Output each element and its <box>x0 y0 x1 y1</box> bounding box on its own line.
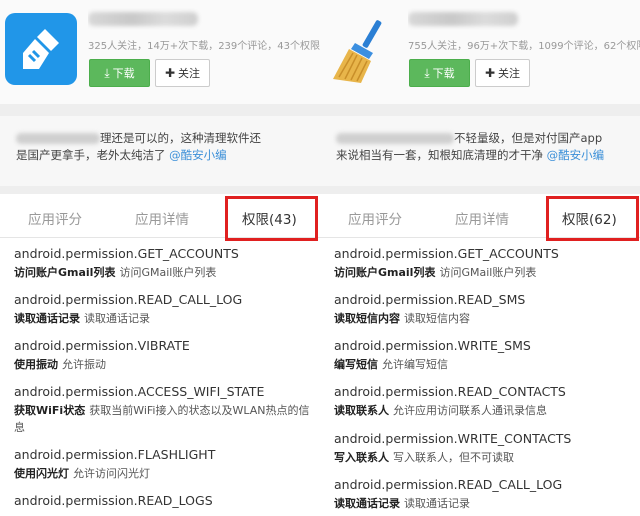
permission-item: android.permission.READ_CALL_LOG 读取通话记录读… <box>334 477 634 512</box>
app-panel-right: 755人关注，96万+次下载，1099个评论，62个权限 ⤓ 下载 ✚ 关注 不… <box>320 0 640 516</box>
permission-name: android.permission.READ_LOGS <box>14 493 213 508</box>
permission-desc: 读取通话记录 读取通话记录 <box>14 310 314 327</box>
permission-title: 获取WiFi状态 <box>14 404 86 417</box>
highlight-box <box>225 196 318 241</box>
permission-name: android.permission.READ_SMS <box>334 292 526 307</box>
permission-detail: 允许编写短信 <box>382 358 448 371</box>
app-header: 325人关注，14万+次下载，239个评论，43个权限， ⤓ 下载 ✚ 关注 <box>0 0 320 104</box>
permission-name: android.permission.FLASHLIGHT <box>14 447 216 462</box>
permission-item: android.permission.GET_ACCOUNTS 访问账户Gmai… <box>14 246 314 281</box>
follow-label: 关注 <box>498 67 521 80</box>
divider <box>0 186 320 194</box>
permission-detail: 允许访问闪光灯 <box>73 467 150 480</box>
permission-item: android.permission.READ_LOGS <box>14 493 314 509</box>
divider <box>320 186 640 194</box>
permission-item: android.permission.ACCESS_WIFI_STATE 获取W… <box>14 384 314 436</box>
permission-desc: 访问账户Gmail列表 访问GMail账户列表 <box>334 264 634 281</box>
permission-detail: 访问GMail账户列表 <box>439 266 537 279</box>
permission-title: 使用闪光灯 <box>14 467 69 480</box>
editor-comment: 理还是可以的，这种清理软件还 是国产更拿手，老外太纯洁了 @酷安小编 <box>0 116 320 186</box>
follow-button[interactable]: ✚ 关注 <box>155 59 210 87</box>
plus-icon: ✚ <box>484 66 496 80</box>
permission-item: android.permission.READ_CONTACTS 读取联系人 允许… <box>334 384 634 419</box>
tab-app-details[interactable]: 应用详情 <box>135 208 189 228</box>
download-icon: ⤓ <box>424 66 430 80</box>
redacted-text <box>16 133 100 144</box>
permission-desc: 写入联系人 写入联系人，但不可读取 <box>334 449 634 466</box>
permission-detail: 访问GMail账户列表 <box>119 266 217 279</box>
permission-name: android.permission.READ_CONTACTS <box>334 384 566 399</box>
permission-detail: 写入联系人，但不可读取 <box>393 451 514 464</box>
broom-app-icon[interactable] <box>325 13 397 85</box>
permission-desc: 使用闪光灯 允许访问闪光灯 <box>14 465 314 482</box>
permission-name: android.permission.READ_CALL_LOG <box>334 477 563 492</box>
permission-item: android.permission.WRITE_SMS 编写短信 允许编写短信 <box>334 338 634 373</box>
permission-desc: 读取短信内容 读取短信内容 <box>334 310 634 327</box>
download-label: 下载 <box>432 67 455 80</box>
app-panel-left: 325人关注，14万+次下载，239个评论，43个权限， ⤓ 下载 ✚ 关注 理… <box>0 0 320 516</box>
plus-icon: ✚ <box>164 66 176 80</box>
download-icon: ⤓ <box>104 66 110 80</box>
permission-title: 读取通话记录 <box>334 497 400 510</box>
app-stats: 755人关注，96万+次下载，1099个评论，62个权限 <box>408 41 640 52</box>
permission-title: 读取短信内容 <box>334 312 400 325</box>
permission-name: android.permission.WRITE_SMS <box>334 338 531 353</box>
download-label: 下载 <box>112 67 135 80</box>
download-button[interactable]: ⤓ 下载 <box>409 59 470 87</box>
permission-detail: 读取短信内容 <box>404 312 470 325</box>
tab-app-rating[interactable]: 应用评分 <box>348 208 402 228</box>
comment-text: 理还是可以的，这种清理软件还 <box>100 131 261 145</box>
permission-item: android.permission.FLASHLIGHT 使用闪光灯 允许访问闪… <box>14 447 314 482</box>
app-header: 755人关注，96万+次下载，1099个评论，62个权限 ⤓ 下载 ✚ 关注 <box>320 0 640 104</box>
divider <box>320 104 640 116</box>
app-name-redacted <box>408 8 528 30</box>
permission-desc: 读取联系人 允许应用访问联系人通讯录信息 <box>334 402 634 419</box>
permission-item: android.permission.VIBRATE 使用振动 允许振动 <box>14 338 314 373</box>
permission-detail: 读取通话记录 <box>404 497 470 510</box>
app-name-redacted <box>88 8 208 30</box>
permission-item: android.permission.READ_SMS 读取短信内容 读取短信内容 <box>334 292 634 327</box>
permission-title: 访问账户Gmail列表 <box>334 266 436 279</box>
comment-text-line2: 来说相当有一套，知根知底清理的才干净 <box>336 148 547 162</box>
tab-app-details[interactable]: 应用详情 <box>455 208 509 228</box>
permission-title: 访问账户Gmail列表 <box>14 266 116 279</box>
comment-author-link[interactable]: @酷安小编 <box>547 148 605 162</box>
permission-title: 读取通话记录 <box>14 312 80 325</box>
permission-desc: 使用振动 允许振动 <box>14 356 314 373</box>
permission-title: 读取联系人 <box>334 404 389 417</box>
download-button[interactable]: ⤓ 下载 <box>89 59 150 87</box>
permission-desc: 访问账户Gmail列表 访问GMail账户列表 <box>14 264 314 281</box>
permission-title: 写入联系人 <box>334 451 389 464</box>
permission-name: android.permission.VIBRATE <box>14 338 190 353</box>
permission-item: android.permission.WRITE_CONTACTS 写入联系人写… <box>334 431 634 466</box>
app-stats: 325人关注，14万+次下载，239个评论，43个权限， <box>88 41 320 52</box>
permission-desc: 获取WiFi状态 获取当前WiFi接入的状态以及WLAN热点的信息 <box>14 402 314 436</box>
redacted-text <box>336 133 454 144</box>
permission-detail: 允许振动 <box>62 358 106 371</box>
permission-name: android.permission.WRITE_CONTACTS <box>334 431 572 446</box>
comment-author-link[interactable]: @酷安小编 <box>169 148 227 162</box>
permission-desc: 读取通话记录 读取通话记录 <box>334 495 634 512</box>
permission-title: 使用振动 <box>14 358 58 371</box>
permission-title: 编写短信 <box>334 358 378 371</box>
permission-detail: 读取通话记录 <box>84 312 150 325</box>
permission-name: android.permission.GET_ACCOUNTS <box>14 246 239 261</box>
comment-text: 不轻量级，但是对付国产app <box>454 131 603 145</box>
broom-app-icon[interactable] <box>5 13 77 85</box>
divider <box>0 104 320 116</box>
permission-name: android.permission.GET_ACCOUNTS <box>334 246 559 261</box>
comment-text-line2: 是国产更拿手，老外太纯洁了 <box>16 148 170 162</box>
permission-item: android.permission.GET_ACCOUNTS 访问账户Gmai… <box>334 246 634 281</box>
permission-item: android.permission.READ_CALL_LOG 读取通话记录读… <box>14 292 314 327</box>
tab-app-rating[interactable]: 应用评分 <box>28 208 82 228</box>
follow-button[interactable]: ✚ 关注 <box>475 59 530 87</box>
editor-comment: 不轻量级，但是对付国产app 来说相当有一套，知根知底清理的才干净 @酷安小编 <box>320 116 640 186</box>
permission-name: android.permission.READ_CALL_LOG <box>14 292 243 307</box>
permission-detail: 允许应用访问联系人通讯录信息 <box>393 404 547 417</box>
highlight-box <box>546 196 639 241</box>
permission-desc: 编写短信 允许编写短信 <box>334 356 634 373</box>
permission-name: android.permission.ACCESS_WIFI_STATE <box>14 384 265 399</box>
follow-label: 关注 <box>178 67 201 80</box>
